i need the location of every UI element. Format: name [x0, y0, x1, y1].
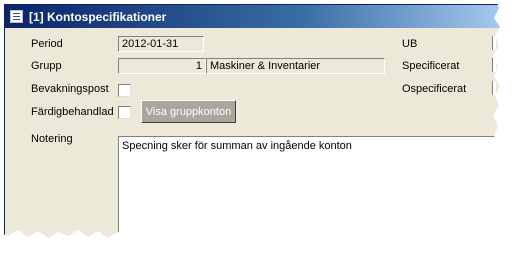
grupp-label: Grupp	[31, 60, 62, 72]
grupp-number-field[interactable]: 1	[118, 58, 206, 74]
period-label: Period	[31, 38, 63, 50]
period-field[interactable]: 2012-01-31	[118, 36, 204, 52]
title-bar[interactable]: [1] Kontospecifikationer	[5, 5, 503, 28]
notering-label: Notering	[31, 133, 73, 145]
fardigbehandlad-label: Färdigbehandlad	[31, 106, 114, 118]
visa-gruppkonton-button[interactable]: Visa gruppkonton	[141, 100, 236, 123]
ub-field[interactable]	[492, 36, 496, 50]
kontospecifikationer-window: [1] Kontospecifikationer Period 2012-01-…	[4, 4, 504, 242]
notering-textarea[interactable]: Specning sker för summan av ingående kon…	[118, 136, 503, 241]
grupp-name-field: Maskiner & Inventarier	[206, 58, 385, 74]
ub-label: UB	[402, 38, 418, 50]
specificerat-label: Specificerat	[402, 60, 460, 72]
bevakningspost-label: Bevakningspost	[31, 83, 109, 95]
specificerat-field[interactable]	[492, 58, 496, 72]
fardigbehandlad-checkbox[interactable]	[118, 106, 131, 119]
ospecificerat-label: Ospecificerat	[402, 83, 467, 95]
bevakningspost-checkbox[interactable]	[118, 84, 131, 97]
window-title: [1] Kontospecifikationer	[29, 9, 167, 24]
ospecificerat-field[interactable]	[492, 81, 496, 95]
window-menu-icon[interactable]	[10, 10, 23, 23]
